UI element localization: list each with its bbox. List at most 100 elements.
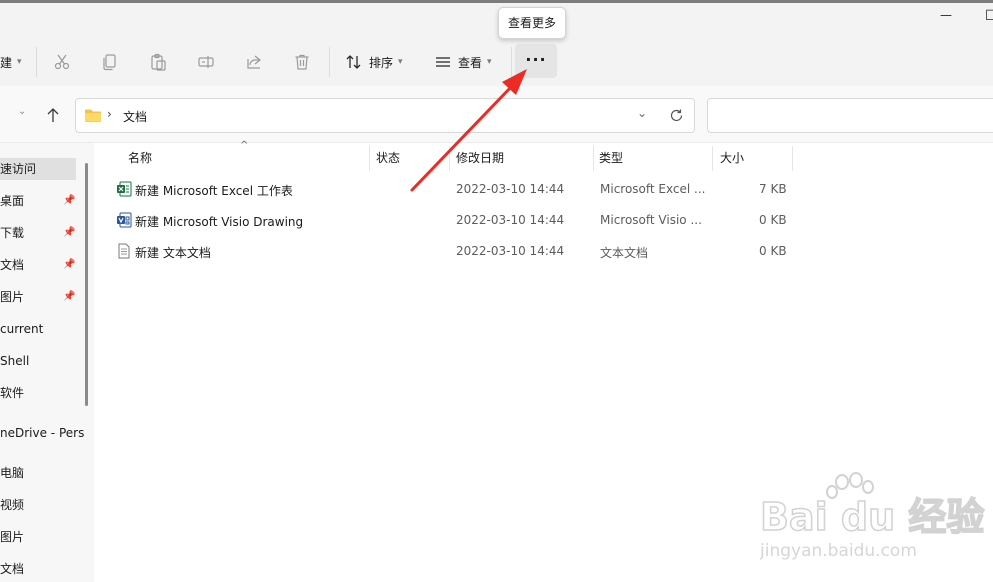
search-input[interactable] bbox=[707, 98, 993, 133]
file-size: 7 KB bbox=[759, 182, 787, 196]
toolbar-divider bbox=[511, 47, 512, 77]
share-icon bbox=[247, 55, 261, 69]
sidebar-item-desktop[interactable]: 桌面 📌 bbox=[0, 190, 84, 212]
view-icon bbox=[436, 57, 450, 67]
file-name: 新建 Microsoft Excel 工作表 bbox=[135, 184, 293, 198]
sidebar-item-label: 图片 bbox=[0, 290, 25, 304]
sidebar-item-label: 文档 bbox=[0, 258, 25, 272]
chevron-down-icon: ▾ bbox=[398, 57, 403, 67]
sidebar-item-label: 软件 bbox=[0, 386, 25, 400]
file-type: Microsoft Visio ... bbox=[600, 213, 702, 227]
cut-button[interactable] bbox=[53, 50, 71, 74]
recent-locations-chevron-icon[interactable]: ⌄ bbox=[18, 106, 26, 117]
column-header-name[interactable]: 名称 bbox=[128, 149, 152, 166]
watermark-url: jingyan.baidu.com bbox=[760, 541, 917, 561]
baidu-jingyan-watermark: Bai du 经验 jingyan.baidu.com bbox=[760, 472, 985, 561]
column-header-modified[interactable]: 修改日期 bbox=[456, 149, 504, 166]
pin-icon: 📌 bbox=[63, 259, 76, 270]
pin-icon: 📌 bbox=[63, 227, 76, 238]
column-header-type[interactable]: 类型 bbox=[599, 149, 623, 166]
address-dropdown-chevron-icon[interactable]: ⌄ bbox=[637, 106, 647, 120]
file-size: 0 KB bbox=[759, 244, 787, 258]
sidebar-item-current[interactable]: current bbox=[0, 318, 84, 340]
sidebar-item-downloads[interactable]: 下载 📌 bbox=[0, 222, 84, 244]
sidebar-item-shell[interactable]: Shell bbox=[0, 350, 84, 372]
sidebar-item-label: 视频 bbox=[0, 498, 25, 512]
file-size: 0 KB bbox=[759, 213, 787, 227]
delete-button[interactable] bbox=[293, 50, 311, 74]
breadcrumb-current-folder[interactable]: 文档 bbox=[123, 108, 147, 125]
paste-button[interactable] bbox=[149, 50, 167, 74]
more-icon: ··· bbox=[525, 50, 547, 69]
new-button[interactable]: 建 ▾ bbox=[0, 50, 22, 74]
column-divider[interactable] bbox=[712, 146, 713, 171]
share-button[interactable] bbox=[245, 50, 263, 74]
up-arrow-icon[interactable] bbox=[46, 107, 60, 123]
table-row[interactable]: 新建 Microsoft Excel 工作表 2022-03-10 14:44 … bbox=[94, 175, 794, 205]
pin-icon: 📌 bbox=[63, 291, 76, 302]
chevron-down-icon: ▾ bbox=[487, 57, 492, 67]
chevron-down-icon: ▾ bbox=[17, 57, 22, 67]
minimize-button[interactable]: — bbox=[940, 8, 954, 22]
sidebar-item-label: 桌面 bbox=[0, 194, 25, 208]
sort-label: 排序 bbox=[369, 55, 394, 70]
column-divider[interactable] bbox=[369, 146, 370, 171]
sidebar-item-label: current bbox=[0, 322, 44, 336]
cut-icon bbox=[54, 54, 70, 70]
sidebar-item-pc-pictures[interactable]: 图片 bbox=[0, 526, 84, 548]
sidebar-item-label: Shell bbox=[0, 354, 30, 368]
sidebar-item-onedrive[interactable]: neDrive - Pers bbox=[0, 422, 84, 444]
file-modified: 2022-03-10 14:44 bbox=[456, 244, 565, 258]
maximize-button[interactable]: ☐ bbox=[985, 9, 993, 23]
sidebar-item-pictures[interactable]: 图片 📌 bbox=[0, 286, 84, 308]
navigation-pane: 速访问 桌面 📌 下载 📌 文档 📌 图片 📌 current Shell 软件 neD… bbox=[0, 143, 94, 582]
file-name: 新建 Microsoft Visio Drawing bbox=[135, 215, 304, 229]
column-header-size[interactable]: 大小 bbox=[720, 149, 744, 166]
sidebar-item-label: 速访问 bbox=[0, 162, 37, 176]
sort-button[interactable]: 排序 ▾ bbox=[345, 50, 403, 74]
address-bar[interactable]: › 文档 ⌄ bbox=[75, 98, 695, 133]
toolbar-divider bbox=[36, 47, 37, 77]
visio-file-icon bbox=[117, 212, 132, 228]
see-more-button[interactable]: ··· bbox=[515, 44, 557, 78]
view-button[interactable]: 查看 ▾ bbox=[434, 50, 492, 74]
pin-icon: 📌 bbox=[63, 195, 76, 206]
refresh-icon[interactable] bbox=[669, 108, 684, 123]
watermark-brand: Bai du 经验 bbox=[760, 495, 984, 539]
column-divider[interactable] bbox=[792, 146, 793, 171]
sidebar-item-label: 图片 bbox=[0, 530, 25, 544]
sidebar-item-label: neDrive - Pers bbox=[0, 426, 84, 440]
rename-button[interactable] bbox=[197, 50, 215, 74]
column-divider[interactable] bbox=[593, 146, 594, 171]
excel-file-icon bbox=[117, 181, 132, 197]
paste-icon bbox=[151, 53, 166, 71]
see-more-tooltip: 查看更多 bbox=[498, 7, 566, 39]
sidebar-item-label: 下载 bbox=[0, 226, 25, 240]
file-modified: 2022-03-10 14:44 bbox=[456, 182, 565, 196]
column-header-status[interactable]: 状态 bbox=[376, 149, 400, 166]
delete-icon bbox=[295, 54, 309, 70]
table-row[interactable]: 新建 Microsoft Visio Drawing 2022-03-10 14… bbox=[94, 206, 794, 236]
file-modified: 2022-03-10 14:44 bbox=[456, 213, 565, 227]
command-bar: 建 ▾ 排序 ▾ 查看 ▾ ··· bbox=[0, 37, 993, 86]
copy-icon bbox=[103, 54, 116, 71]
column-divider[interactable] bbox=[449, 146, 450, 171]
rename-icon bbox=[198, 56, 214, 68]
sidebar-item-pc-documents[interactable]: 文档 bbox=[0, 558, 84, 580]
table-row[interactable]: 新建 文本文档 2022-03-10 14:44 文本文档 0 KB bbox=[94, 237, 794, 267]
breadcrumb-separator: › bbox=[107, 107, 112, 121]
sidebar-scrollbar[interactable] bbox=[85, 163, 88, 406]
new-button-label: 建 bbox=[0, 55, 13, 70]
view-label: 查看 bbox=[458, 55, 483, 70]
sidebar-item-this-pc[interactable]: 电脑 bbox=[0, 462, 84, 484]
sort-icon bbox=[346, 55, 361, 69]
title-bar: — ☐ bbox=[0, 3, 993, 37]
sidebar-item-documents[interactable]: 文档 📌 bbox=[0, 254, 84, 276]
sidebar-item-software[interactable]: 软件 bbox=[0, 382, 84, 404]
copy-button[interactable] bbox=[101, 50, 119, 74]
folder-icon bbox=[85, 109, 101, 122]
file-type: Microsoft Excel ... bbox=[600, 182, 706, 196]
sidebar-item-videos[interactable]: 视频 bbox=[0, 494, 84, 516]
navigation-bar: ⌄ › 文档 ⌄ bbox=[0, 86, 993, 143]
sidebar-item-quick-access[interactable]: 速访问 bbox=[0, 158, 76, 180]
